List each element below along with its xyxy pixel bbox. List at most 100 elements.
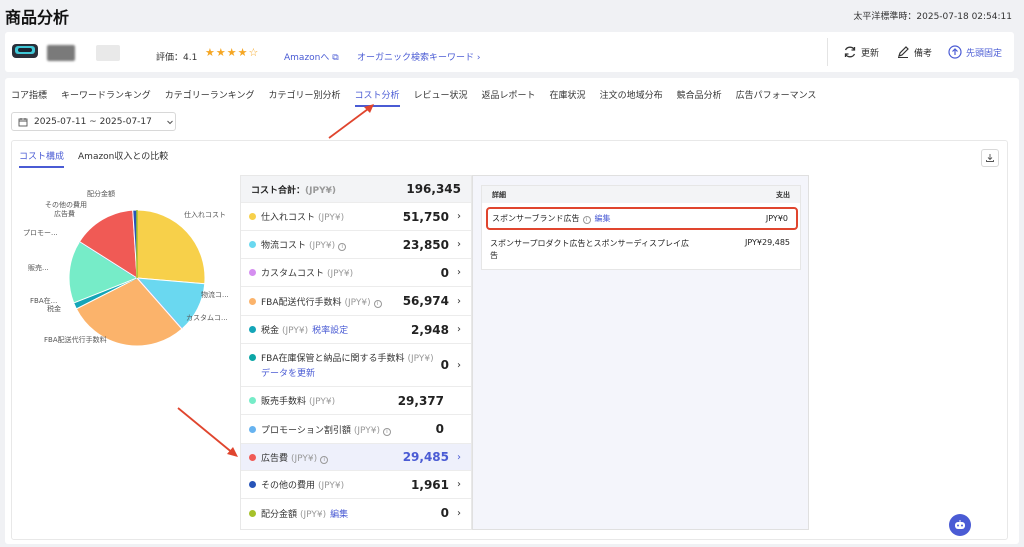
cost-value: 29,485 [402, 450, 449, 464]
cost-row[interactable]: 配分金額 (JPY¥) 編集 0 › [241, 498, 471, 527]
cost-name-text: その他の費用 [261, 481, 316, 491]
refresh-button[interactable]: 更新 [843, 45, 879, 59]
cost-unit: (JPY¥) [318, 481, 345, 491]
legend-dot [249, 481, 256, 488]
cost-value: 0 [440, 358, 449, 372]
chevron-right-icon[interactable]: › [457, 479, 461, 490]
timezone-clock: 太平洋標準時：2025-07-18 02:54:11 [853, 12, 1012, 22]
cost-name-text: プロモーション割引額 [261, 425, 351, 436]
sponsored-brands-value: JPY¥0 [765, 214, 788, 223]
cost-total-label: コスト合計： [251, 185, 306, 196]
info-icon[interactable]: i [382, 427, 391, 436]
cost-row[interactable]: 税金 (JPY¥) 税率設定 2,948 › [241, 315, 471, 343]
sponsored-brands-edit-link[interactable]: 編集 [595, 214, 611, 223]
product-thumbnail[interactable] [11, 41, 39, 61]
cost-row-label: 販売手数料 (JPY¥) [261, 394, 398, 407]
pie-label-sales-fee: 販売... [28, 264, 49, 272]
pie-label-ads: 広告費 [54, 210, 75, 218]
memo-button[interactable]: 備考 [896, 45, 932, 59]
legend-dot [249, 213, 256, 220]
cost-name-text: 配分金額 [261, 509, 298, 520]
product-image-blurred [47, 45, 75, 61]
chevron-right-icon[interactable]: › [457, 508, 461, 519]
cost-unit: (JPY¥) [407, 354, 434, 364]
cost-name-text: 販売手数料 [261, 397, 307, 407]
chevron-right-icon[interactable]: › [457, 360, 461, 371]
info-icon[interactable]: i [320, 455, 329, 464]
subtab-amazon-income[interactable]: Amazon収入との比較 [78, 149, 168, 168]
tab-core-metrics[interactable]: コア指標 [11, 88, 47, 107]
cost-total-header: コスト合計：(JPY¥) 196,345 [241, 176, 471, 202]
pie-label-fba: FBA配送代行手数料 [44, 336, 107, 344]
cost-row[interactable]: カスタムコスト (JPY¥) 0 › [241, 258, 471, 286]
pencil-icon [898, 46, 909, 58]
cost-value: 0 [440, 265, 449, 280]
cost-row[interactable]: FBA配送代行手数料 (JPY¥) i 56,974 › [241, 286, 471, 315]
pie-label-custom: カスタムコ... [186, 314, 228, 322]
toolbar-divider [827, 38, 828, 66]
subtab-cost-structure[interactable]: コスト構成 [19, 149, 65, 168]
cost-unit: (JPY¥) [309, 241, 336, 251]
organic-keyword-link[interactable]: オーガニック検索キーワード › [357, 50, 480, 63]
date-range-picker[interactable]: 2025-07-11 ~ 2025-07-17 [11, 112, 176, 131]
download-button[interactable] [981, 149, 999, 167]
tab-ad-performance[interactable]: 広告パフォーマンス [736, 88, 817, 107]
legend-dot [249, 453, 256, 461]
date-range-value: 2025-07-11 ~ 2025-07-17 [34, 116, 152, 127]
tab-competitor[interactable]: 競合品分析 [677, 88, 722, 107]
tab-inventory[interactable]: 在庫状況 [550, 88, 586, 107]
cost-row[interactable]: FBA在庫保管と納品に関する手数料 (JPY¥) データを更新 0 › [241, 343, 471, 386]
cost-name-text: 物流コスト [261, 241, 307, 251]
tab-category-ranking[interactable]: カテゴリーランキング [165, 88, 255, 107]
tab-return-report[interactable]: 返品レポート [482, 88, 536, 107]
refresh-icon [844, 46, 856, 58]
cost-row-label: FBA在庫保管と納品に関する手数料 (JPY¥) データを更新 [261, 351, 441, 379]
cost-row-link[interactable]: 編集 [330, 510, 348, 520]
pie-slice[interactable] [136, 209, 206, 285]
tab-order-region[interactable]: 注文の地域分布 [600, 88, 663, 107]
cost-row[interactable]: プロモーション割引額 (JPY¥) i 0 [241, 414, 471, 443]
cost-unit: (JPY¥) [353, 425, 380, 436]
tab-keyword-ranking[interactable]: キーワードランキング [61, 88, 151, 107]
cost-row[interactable]: その他の費用 (JPY¥) 1,961 › [241, 470, 471, 498]
analysis-tabs: コア指標 キーワードランキング カテゴリーランキング カテゴリー別分析 コスト分… [11, 88, 830, 107]
cost-value: 0 [440, 506, 449, 520]
chevron-right-icon[interactable]: › [457, 267, 461, 278]
chevron-right-icon[interactable]: › [457, 296, 461, 307]
tab-review-status[interactable]: レビュー状況 [414, 88, 468, 107]
sponsored-products-label: スポンサープロダクト広告とスポンサーディスプレイ広告 [490, 239, 689, 260]
info-icon[interactable]: i [338, 243, 347, 251]
cost-row-label: FBA配送代行手数料 (JPY¥) i [261, 295, 403, 308]
rating-stars: ★★★★☆ [205, 46, 260, 59]
calendar-icon [18, 117, 28, 126]
cost-unit: (JPY¥) [327, 269, 354, 279]
pie-label-other: その他の費用 [45, 201, 87, 209]
cost-row-link[interactable]: 税率設定 [312, 326, 348, 336]
cost-unit: (JPY¥) [344, 297, 371, 308]
assistant-bot-button[interactable] [949, 514, 971, 536]
cost-row-label: 配分金額 (JPY¥) 編集 [261, 507, 441, 520]
info-icon[interactable]: i [582, 216, 591, 224]
legend-dot [249, 241, 256, 248]
chevron-right-icon[interactable]: › [457, 211, 461, 222]
legend-dot [249, 354, 256, 361]
chevron-right-icon[interactable]: › [457, 324, 461, 335]
info-icon[interactable]: i [373, 299, 382, 308]
sponsored-brands-label: スポンサーブランド広告 [492, 214, 580, 223]
chevron-right-icon[interactable]: › [457, 452, 461, 463]
cost-total-value: 196,345 [406, 182, 461, 196]
cost-name-text: FBA配送代行手数料 [261, 297, 342, 308]
cost-content: コスト構成 Amazon収入との比較 仕入れコスト 物流コ... カスタムコ..… [11, 140, 1008, 540]
page-title: 商品分析 [5, 8, 70, 27]
cost-unit: (JPY¥) [300, 509, 327, 520]
cost-row[interactable]: 仕入れコスト (JPY¥) 51,750 › [241, 202, 471, 230]
cost-row-link[interactable]: データを更新 [261, 366, 441, 379]
amazon-link[interactable]: Amazonへ ⧉ [284, 50, 339, 63]
cost-row[interactable]: 販売手数料 (JPY¥) 29,377 [241, 386, 471, 414]
sponsored-products-value: JPY¥29,485 [745, 238, 790, 247]
chevron-right-icon[interactable]: › [457, 239, 461, 250]
pin-top-button[interactable]: 先頭固定 [948, 45, 1002, 59]
cost-row[interactable]: 広告費 (JPY¥) i 29,485 › [241, 443, 471, 470]
cost-row[interactable]: 物流コスト (JPY¥) i 23,850 › [241, 230, 471, 258]
annotation-arrow-tab [328, 104, 374, 139]
